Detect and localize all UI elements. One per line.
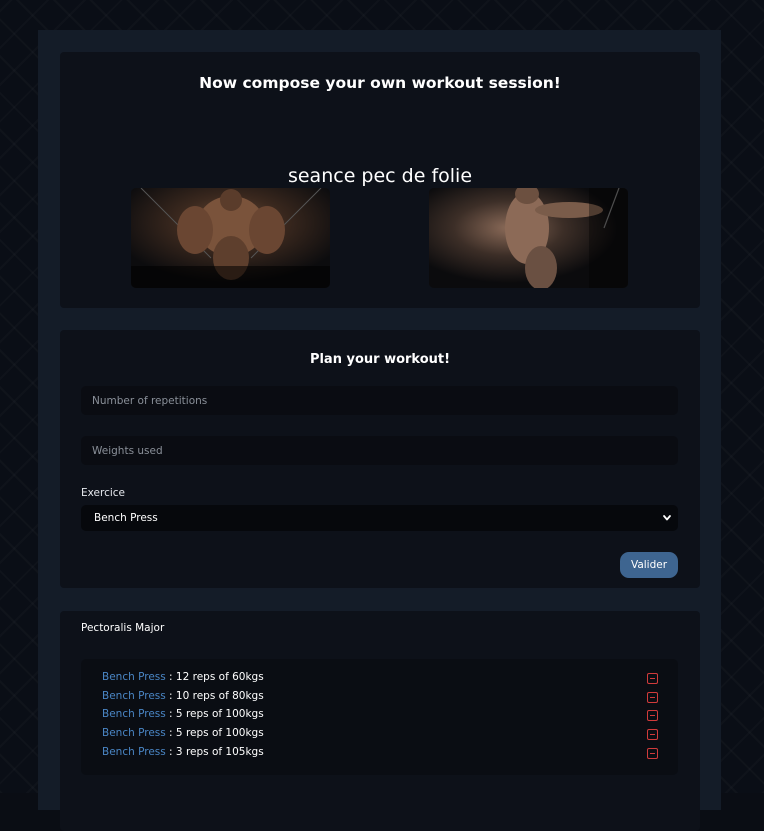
entry-detail: : 5 reps of 100kgs — [165, 727, 264, 739]
exercise-link[interactable]: Bench Press — [102, 746, 166, 758]
form-title: Plan your workout! — [309, 352, 451, 367]
exercise-entries-list: Bench Press : 12 reps of 60kgs Bench Pre… — [81, 659, 678, 775]
exercise-select-value: Bench Press — [94, 512, 158, 524]
exercise-select[interactable]: Bench Press — [81, 505, 678, 531]
session-header-card: Now compose your own workout session! se… — [60, 52, 700, 308]
exercise-link[interactable]: Bench Press — [102, 727, 166, 739]
remove-icon[interactable] — [647, 692, 658, 703]
remove-icon[interactable] — [647, 748, 658, 759]
entry-detail: : 5 reps of 100kgs — [165, 708, 264, 720]
list-item: Bench Press : 5 reps of 100kgs — [102, 708, 658, 724]
repetitions-input[interactable] — [81, 386, 678, 415]
entry-detail: : 10 reps of 80kgs — [165, 690, 264, 702]
exercise-link[interactable]: Bench Press — [102, 690, 166, 702]
muscle-group-title: Pectoralis Major — [81, 622, 165, 634]
exercise-link[interactable]: Bench Press — [102, 708, 166, 720]
list-item: Bench Press : 12 reps of 60kgs — [102, 671, 658, 687]
plan-workout-form: Plan your workout! Exercice Bench Press … — [60, 330, 700, 588]
page-title: Now compose your own workout session! — [199, 74, 561, 92]
remove-icon[interactable] — [647, 729, 658, 740]
cable-pull-photo — [429, 188, 628, 288]
submit-button[interactable]: Valider — [620, 552, 678, 578]
remove-icon[interactable] — [647, 710, 658, 721]
chevron-down-icon — [663, 515, 671, 521]
exercise-link[interactable]: Bench Press — [102, 671, 166, 683]
session-exercises-card: Pectoralis Major Bench Press : 12 reps o… — [60, 611, 700, 831]
session-name: seance pec de folie — [287, 165, 473, 187]
list-item: Bench Press : 10 reps of 80kgs — [102, 690, 658, 706]
remove-icon[interactable] — [647, 673, 658, 684]
main-container: Now compose your own workout session! se… — [38, 30, 721, 831]
list-item: Bench Press : 3 reps of 105kgs — [102, 746, 658, 762]
exercise-label: Exercice — [81, 487, 125, 499]
entry-detail: : 3 reps of 105kgs — [165, 746, 264, 758]
weights-input[interactable] — [81, 436, 678, 465]
cable-crossover-photo — [131, 188, 330, 288]
list-item: Bench Press : 5 reps of 100kgs — [102, 727, 658, 743]
entry-detail: : 12 reps of 60kgs — [165, 671, 264, 683]
